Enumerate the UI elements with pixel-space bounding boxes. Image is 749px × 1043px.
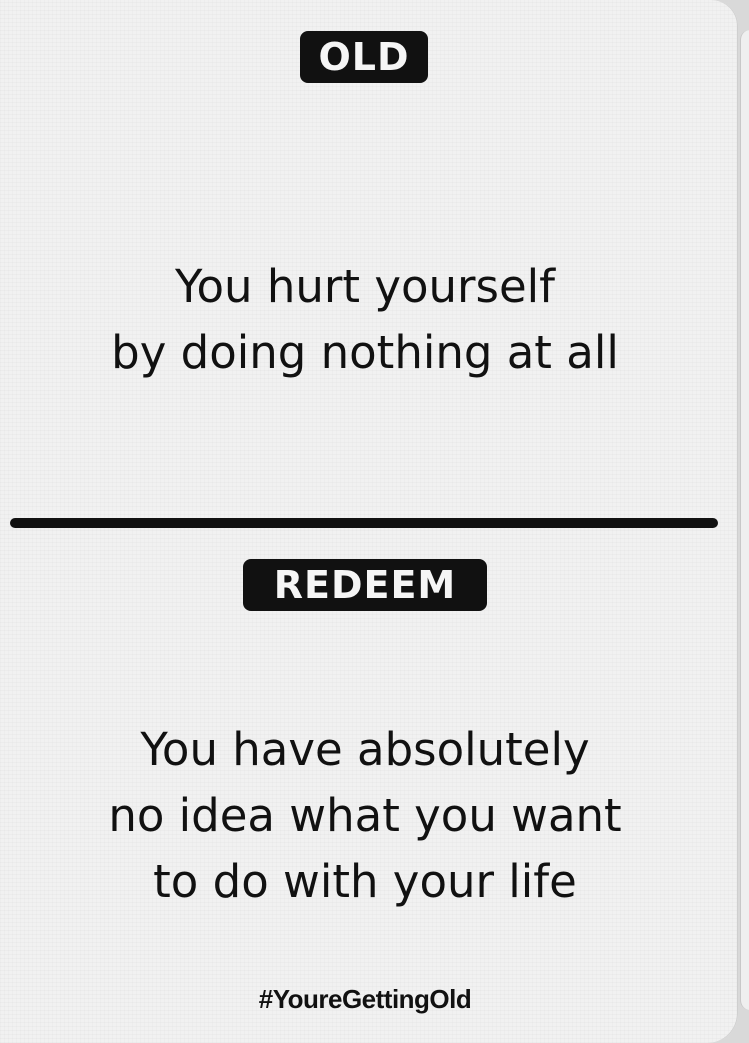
hashtag-footer: #YoureGettingOld	[258, 984, 472, 1014]
old-prompt-line: You hurt yourself	[174, 260, 556, 313]
old-prompt-text: You hurt yourself by doing nothing at al…	[0, 254, 730, 386]
old-label-badge: OLD	[300, 31, 428, 83]
game-card: OLD You hurt yourself by doing nothing a…	[0, 0, 738, 1043]
redeem-prompt-line: no idea what you want	[108, 789, 622, 842]
redeem-prompt-line: You have absolutely	[140, 723, 590, 776]
redeem-label-badge: REDEEM	[243, 559, 487, 611]
adjacent-card-edge	[740, 30, 749, 1010]
redeem-prompt-line: to do with your life	[153, 855, 577, 908]
redeem-prompt-text: You have absolutely no idea what you wan…	[0, 717, 730, 915]
old-prompt-line: by doing nothing at all	[111, 326, 619, 379]
section-divider	[10, 518, 718, 528]
